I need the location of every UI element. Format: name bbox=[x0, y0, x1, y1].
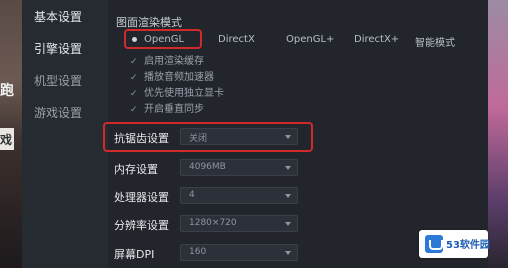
cpu-select[interactable]: 4 bbox=[180, 187, 298, 204]
site-watermark: 53软件园 bbox=[419, 230, 490, 258]
chevron-down-icon bbox=[285, 166, 291, 170]
check-icon: ✓ bbox=[130, 105, 138, 115]
watermark-text: 53软件园 bbox=[446, 240, 490, 251]
background-char: 跑 bbox=[0, 83, 14, 99]
option-audio-accel[interactable]: ✓ 播放音频加速器 bbox=[130, 68, 214, 83]
render-mode-directx[interactable]: DirectX bbox=[218, 34, 255, 45]
background-game-art-right bbox=[488, 0, 508, 268]
resolution-label: 分辨率设置 bbox=[114, 219, 169, 232]
engine-settings-panel: 图面渲染模式 OpenGL DirectX OpenGL+ DirectX+ 智… bbox=[103, 0, 488, 268]
render-mode-opengl-plus[interactable]: OpenGL+ bbox=[286, 34, 334, 45]
dpi-select[interactable]: 160 bbox=[180, 244, 298, 261]
check-icon: ✓ bbox=[130, 73, 138, 83]
sidebar-item-device[interactable]: 机型设置 bbox=[34, 72, 82, 89]
memory-label: 内存设置 bbox=[114, 163, 158, 176]
settings-sidebar: 基本设置 引擎设置 机型设置 游戏设置 bbox=[22, 0, 108, 268]
sidebar-item-basic[interactable]: 基本设置 bbox=[34, 8, 82, 25]
sidebar-item-game[interactable]: 游戏设置 bbox=[34, 104, 82, 121]
check-icon: ✓ bbox=[130, 89, 138, 99]
background-char: 戏 bbox=[0, 133, 13, 147]
antialias-highlight-box bbox=[103, 122, 313, 152]
memory-select[interactable]: 4096MB bbox=[180, 159, 298, 176]
option-discrete-gpu[interactable]: ✓ 优先使用独立显卡 bbox=[130, 84, 224, 99]
render-mode-smart[interactable]: 智能模式 bbox=[415, 34, 455, 49]
sidebar-item-engine[interactable]: 引擎设置 bbox=[34, 40, 82, 57]
chevron-down-icon bbox=[285, 194, 291, 198]
chevron-down-icon bbox=[285, 222, 291, 226]
option-vsync[interactable]: ✓ 开启垂直同步 bbox=[130, 100, 204, 115]
site-logo-icon bbox=[425, 235, 443, 253]
chevron-down-icon bbox=[285, 251, 291, 255]
check-icon: ✓ bbox=[130, 57, 138, 67]
cpu-label: 处理器设置 bbox=[114, 191, 169, 204]
resolution-select[interactable]: 1280×720 bbox=[180, 215, 298, 232]
option-render-cache[interactable]: ✓ 启用渲染缓存 bbox=[130, 52, 204, 67]
opengl-highlight-box bbox=[124, 29, 202, 49]
render-mode-title: 图面渲染模式 bbox=[116, 16, 182, 29]
background-game-art: 跑 戏 bbox=[0, 0, 22, 268]
dpi-label: 屏幕DPI bbox=[114, 248, 155, 261]
render-mode-directx-plus[interactable]: DirectX+ bbox=[354, 34, 399, 45]
